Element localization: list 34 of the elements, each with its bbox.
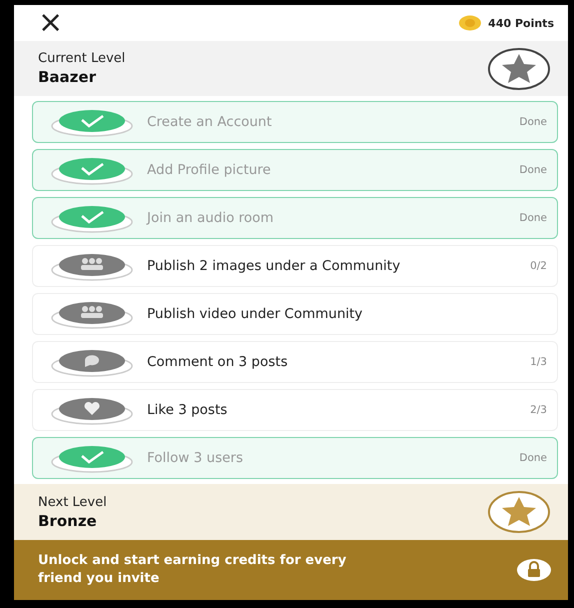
level-name: Baazer: [38, 68, 97, 86]
task-title: Add Profile picture: [147, 160, 272, 180]
points-count: 440 Points: [488, 16, 554, 30]
coin-icon: [458, 15, 482, 31]
task-progress: 2/3: [530, 404, 547, 416]
task-progress: Done: [519, 164, 547, 176]
task-progress: 0/2: [530, 260, 547, 272]
heart-pill-icon: [51, 395, 133, 425]
task-progress: Done: [519, 212, 547, 224]
level-label: Current Level: [38, 51, 126, 66]
star-badge-icon: [488, 491, 550, 533]
task-title: Publish video under Community: [147, 304, 364, 324]
task-progress: Done: [519, 116, 547, 128]
task-title: Comment on 3 posts: [147, 352, 289, 372]
task-progress: 1/3: [530, 356, 547, 368]
level-name: Bronze: [38, 512, 98, 530]
task-title: Publish 2 images under a Community: [147, 256, 402, 276]
group-pill-icon: [51, 251, 133, 281]
check-pill-icon: [51, 107, 133, 137]
check-pill-icon: [51, 155, 133, 185]
task-title: Create an Account: [147, 112, 273, 132]
lock-icon: [516, 558, 552, 582]
task-title: Follow 3 users: [147, 448, 244, 468]
task-title: Like 3 posts: [147, 400, 228, 420]
speech-bubble-pill-icon: [51, 347, 133, 377]
star-badge-icon: [488, 48, 550, 90]
check-pill-icon: [51, 443, 133, 473]
group-pill-icon: [51, 299, 133, 329]
task-progress: Done: [519, 452, 547, 464]
close-button[interactable]: ×: [38, 8, 64, 38]
level-label: Next Level: [38, 494, 107, 510]
task-title: Join an audio room: [147, 208, 275, 228]
banner-text: Unlock and start earning credits for every friend you invite: [38, 552, 348, 588]
check-pill-icon: [51, 203, 133, 233]
